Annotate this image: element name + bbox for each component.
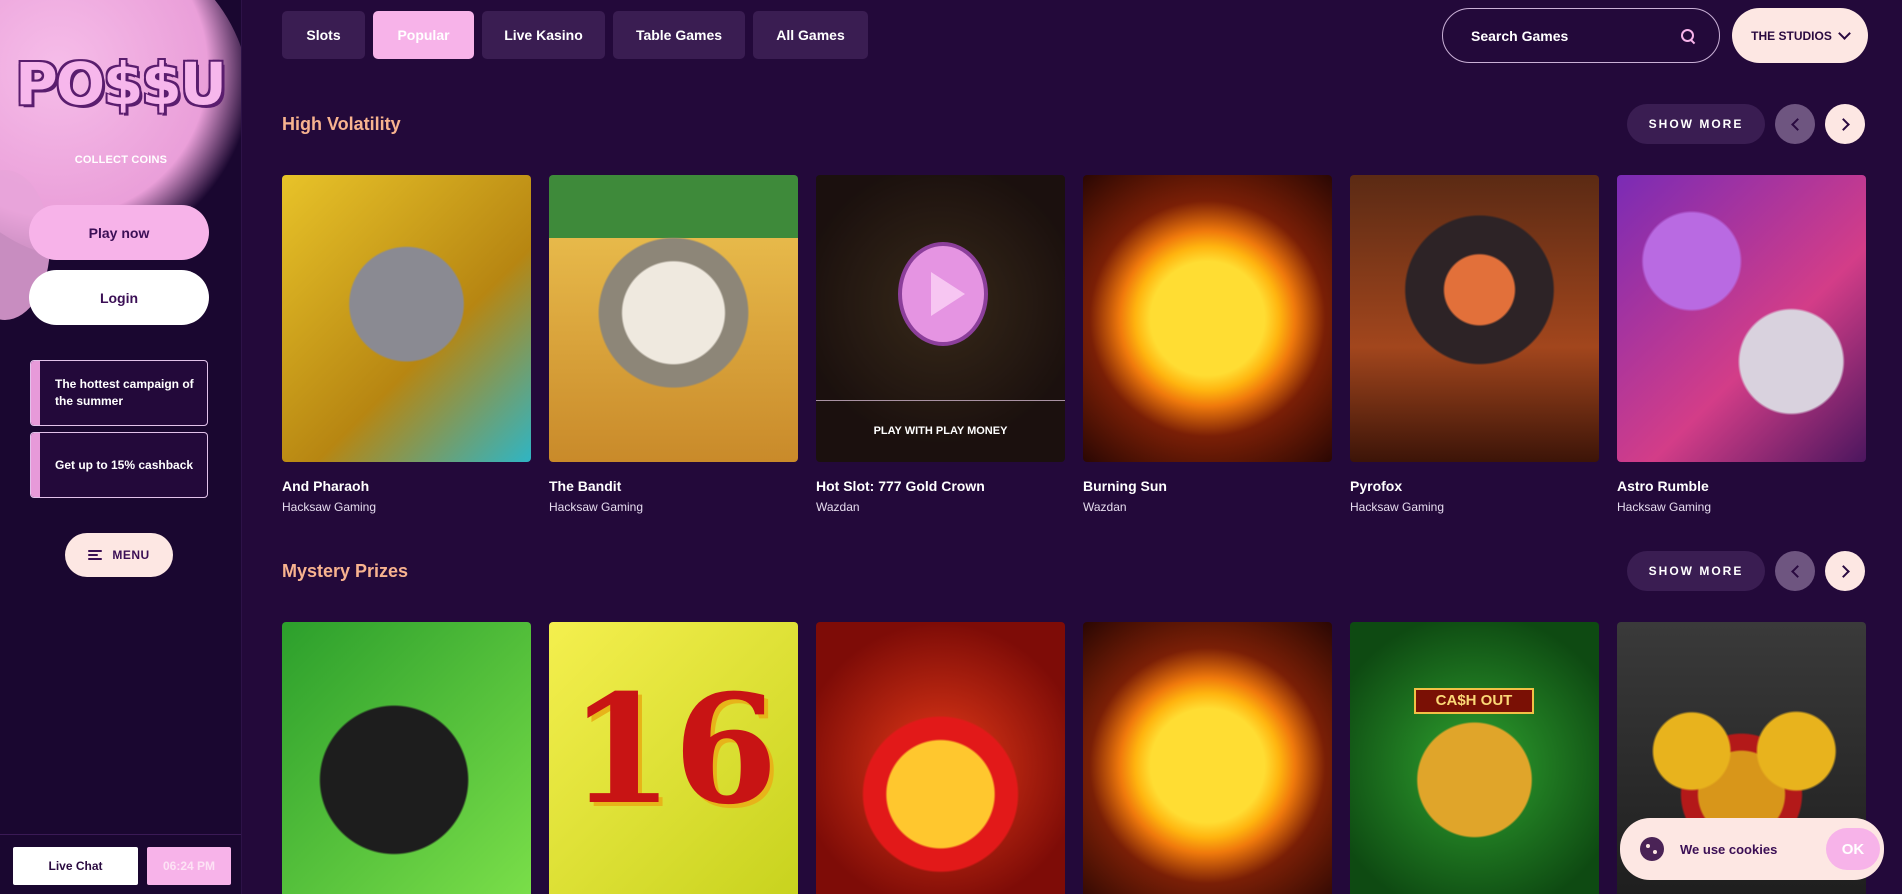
section-title-high-volatility: High Volatility	[282, 114, 401, 134]
tab-slots[interactable]: Slots	[282, 11, 365, 59]
game-title: The Bandit	[549, 478, 622, 494]
chevron-left-icon	[1790, 564, 1804, 578]
cookie-banner: We use cookies OK	[1620, 818, 1884, 880]
game-thumbnail[interactable]: PLAY WITH PLAY MONEY	[816, 175, 1065, 462]
game-studio: Hacksaw Gaming	[1617, 500, 1712, 514]
tab-live-kasino[interactable]: Live Kasino	[482, 11, 605, 59]
game-studio: Hacksaw Gaming	[282, 500, 377, 514]
search-input[interactable]	[1471, 27, 1681, 44]
chevron-right-icon	[1836, 564, 1850, 578]
game-thumbnail[interactable]	[282, 175, 531, 462]
game-card[interactable]: Pyrofox Hacksaw Gaming	[1350, 175, 1599, 514]
collect-coins-label: COLLECT COINS	[74, 154, 168, 166]
show-more-button[interactable]: SHOW MORE	[1627, 104, 1765, 144]
game-title: Pyrofox	[1350, 478, 1403, 494]
clock-display: 06:24 PM	[147, 847, 231, 885]
game-studio: Hacksaw Gaming	[1350, 500, 1445, 514]
sidebar-footer: Live Chat 06:24 PM	[0, 834, 241, 894]
game-studio: Wazdan	[1083, 500, 1127, 514]
carousel-next-button[interactable]	[1825, 551, 1865, 591]
menu-button[interactable]: MENU	[65, 533, 173, 577]
tab-all-games[interactable]: All Games	[753, 11, 868, 59]
game-thumbnail[interactable]	[1083, 622, 1332, 894]
game-card[interactable]: CA$H OUT	[1350, 622, 1599, 894]
carousel-prev-button[interactable]	[1775, 104, 1815, 144]
studios-label: THE STUDIOS	[1751, 28, 1832, 43]
game-card[interactable]	[816, 622, 1065, 894]
login-button[interactable]: Login	[29, 270, 209, 325]
game-card[interactable]: PLAY WITH PLAY MONEY Hot Slot: 777 Gold …	[816, 175, 1065, 514]
game-title: Astro Rumble	[1617, 478, 1709, 494]
menu-label: MENU	[112, 548, 150, 562]
studios-dropdown[interactable]: THE STUDIOS	[1732, 8, 1868, 63]
sidebar: PO$$U COLLECT COINS Play now Login The h…	[0, 0, 242, 894]
game-thumbnail[interactable]	[1350, 175, 1599, 462]
game-card[interactable]: The Bandit Hacksaw Gaming	[549, 175, 798, 514]
game-studio: Hacksaw Gaming	[549, 500, 644, 514]
game-title: Burning Sun	[1083, 478, 1167, 494]
game-thumbnail[interactable]: 16	[549, 622, 798, 894]
chevron-down-icon	[1837, 26, 1851, 40]
play-icon	[931, 272, 965, 316]
live-chat-button[interactable]: Live Chat	[13, 847, 138, 885]
game-art-number: 16	[569, 662, 778, 838]
cookie-icon	[1640, 837, 1664, 861]
section-title-mystery-prizes: Mystery Prizes	[282, 561, 409, 581]
tab-popular[interactable]: Popular	[373, 11, 474, 59]
game-thumbnail[interactable]	[282, 622, 531, 894]
game-card[interactable]	[282, 622, 531, 894]
play-now-button[interactable]: Play now	[29, 205, 209, 260]
game-card[interactable]: Astro Rumble Hacksaw Gaming	[1617, 175, 1866, 514]
carousel-prev-button[interactable]	[1775, 551, 1815, 591]
play-coin-button[interactable]	[898, 242, 988, 346]
chevron-right-icon	[1836, 117, 1850, 131]
cookie-message: We use cookies	[1680, 841, 1778, 857]
game-thumbnail[interactable]	[1083, 175, 1332, 462]
game-title: And Pharaoh	[282, 478, 370, 494]
overlay-divider	[816, 400, 1065, 401]
promo-card-cashback[interactable]: Get up to 15% cashback	[30, 432, 208, 498]
cookie-ok-button[interactable]: OK	[1826, 828, 1880, 870]
promo-card-summer-campaign[interactable]: The hottest campaign of the summer	[30, 360, 208, 426]
game-thumbnail[interactable]	[1617, 175, 1866, 462]
tab-table-games[interactable]: Table Games	[613, 11, 745, 59]
game-thumbnail[interactable]: CA$H OUT	[1350, 622, 1599, 894]
game-thumbnail[interactable]	[816, 622, 1065, 894]
search-box	[1442, 8, 1720, 63]
carousel-next-button[interactable]	[1825, 104, 1865, 144]
show-more-button[interactable]: SHOW MORE	[1627, 551, 1765, 591]
game-title: Hot Slot: 777 Gold Crown	[816, 478, 985, 494]
hamburger-icon	[88, 550, 103, 560]
game-card[interactable]: And Pharaoh Hacksaw Gaming	[282, 175, 531, 514]
search-icon[interactable]	[1681, 28, 1695, 43]
chevron-left-icon	[1790, 117, 1804, 131]
game-studio: Wazdan	[816, 500, 860, 514]
game-art-sign: CA$H OUT	[1414, 688, 1534, 714]
game-card[interactable]: Burning Sun Wazdan	[1083, 175, 1332, 514]
game-card[interactable]: 16	[549, 622, 798, 894]
game-thumbnail[interactable]	[549, 175, 798, 462]
game-card[interactable]	[1083, 622, 1332, 894]
brand-logo[interactable]: PO$$U	[15, 48, 227, 120]
play-with-play-money-link[interactable]: PLAY WITH PLAY MONEY	[816, 425, 1065, 437]
